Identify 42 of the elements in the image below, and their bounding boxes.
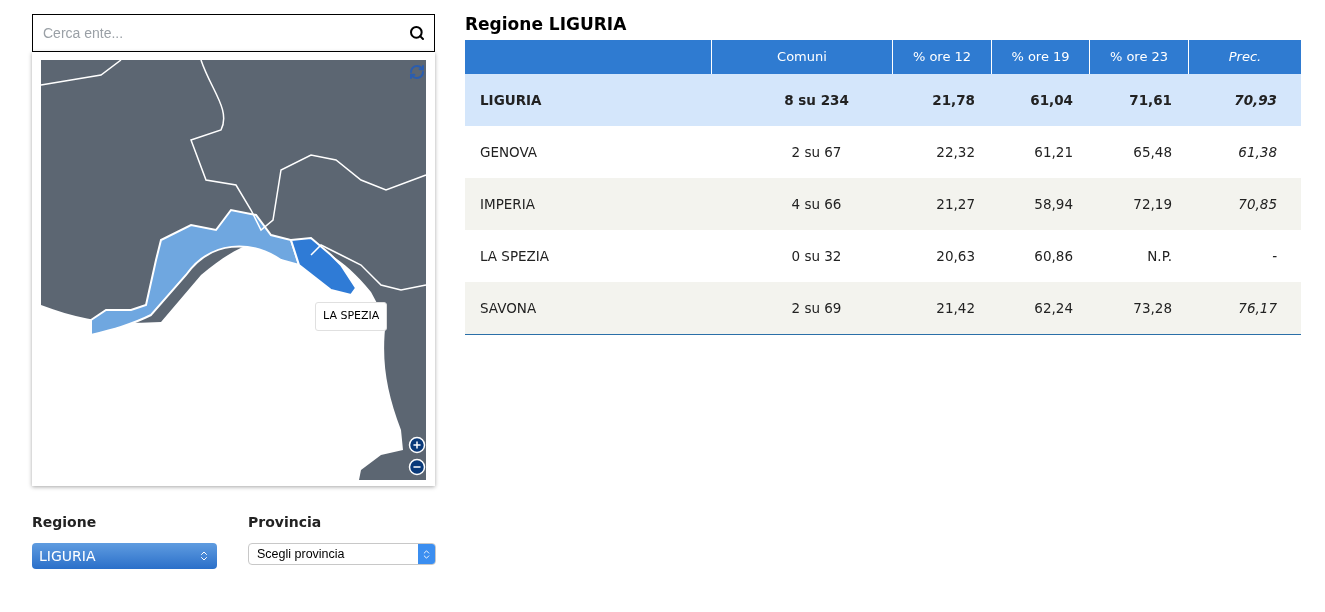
- table-cell-text: 71,61: [1128, 90, 1173, 110]
- table-cell-text: 0 su 32: [790, 246, 843, 266]
- table-cell-text: -: [1271, 246, 1278, 266]
- table-cell-text: 20,63: [935, 246, 976, 266]
- table-cell-text: 73,28: [1132, 298, 1173, 318]
- table-cell-text: SAVONA: [479, 298, 538, 318]
- region-title: Regione LIGURIA: [465, 14, 628, 36]
- map-tooltip: LA SPEZIA: [315, 302, 388, 331]
- province-select[interactable]: Scegli provincia: [248, 543, 436, 565]
- table-cell-text: 61,04: [1029, 90, 1074, 110]
- table-cell-text: 70,93: [1233, 90, 1278, 110]
- zoom-out-icon[interactable]: [408, 458, 426, 476]
- table-cell-text: GENOVA: [479, 142, 539, 162]
- table-cell-text: 65,48: [1132, 142, 1173, 162]
- table-cell-text: 8 su 234: [783, 90, 850, 110]
- search-icon[interactable]: [409, 25, 425, 41]
- table-cell-text: 62,24: [1033, 298, 1074, 318]
- table-cell-text: 70,85: [1237, 194, 1278, 214]
- table-cell-text: 58,94: [1033, 194, 1074, 214]
- table-cell-text: 61,21: [1033, 142, 1074, 162]
- stepper-icon: [198, 550, 210, 562]
- table-cell-text: LA SPEZIA: [479, 246, 551, 266]
- table-cell-text: 4 su 66: [790, 194, 843, 214]
- region-select[interactable]: LIGURIA: [32, 543, 217, 569]
- stepper-icon: [418, 544, 435, 564]
- table-cell-text: 21,27: [935, 194, 976, 214]
- filter-label: Regione: [32, 513, 98, 532]
- table-cell-text: 21,42: [935, 298, 976, 318]
- table-cell-text: IMPERIA: [479, 194, 536, 214]
- table-cell-text: 2 su 69: [790, 298, 843, 318]
- table-cell-text: 76,17: [1237, 298, 1278, 318]
- table-cell-text: 21,78: [931, 90, 976, 110]
- search-field[interactable]: Cerca ente...: [32, 14, 435, 52]
- table-cell-text: 60,86: [1033, 246, 1074, 266]
- filter-label: Provincia: [248, 513, 323, 532]
- zoom-in-icon[interactable]: [408, 436, 426, 454]
- table-cell-text: 72,19: [1132, 194, 1173, 214]
- table-cell-text: N.P.: [1146, 246, 1173, 266]
- table-cell-text: 2 su 67: [790, 142, 843, 162]
- table-cell-text: 22,32: [935, 142, 976, 162]
- table-cell-text: 61,38: [1237, 142, 1278, 162]
- table-cell-text: LIGURIA: [479, 90, 543, 110]
